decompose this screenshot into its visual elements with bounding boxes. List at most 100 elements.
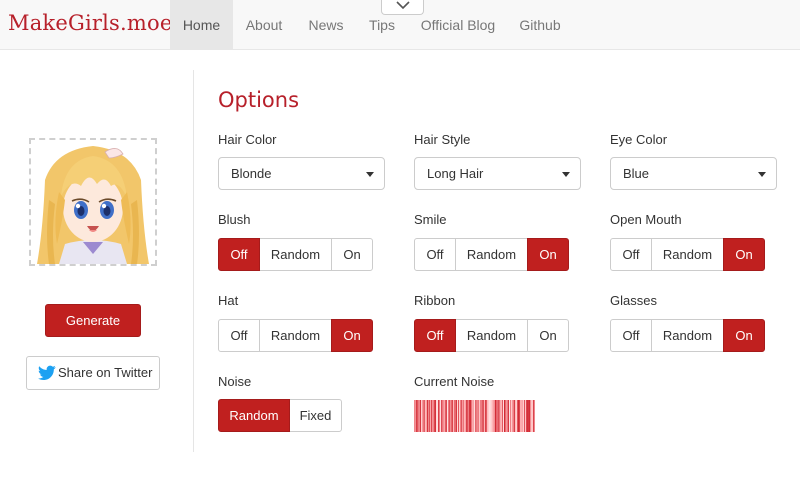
noise-stripe: [414, 400, 415, 432]
current-noise-visualization: [414, 400, 535, 432]
noise-stripe: [515, 400, 516, 432]
noise-stripe: [437, 400, 438, 432]
hat-toggle-group: Off Random On: [218, 319, 373, 352]
hat-label: Hat: [218, 293, 239, 308]
noise-stripe: [460, 400, 461, 432]
smile-random-button[interactable]: Random: [455, 238, 528, 271]
noise-stripe: [531, 400, 532, 432]
share-on-twitter-label: Share on Twitter: [58, 365, 153, 380]
generate-button[interactable]: Generate: [45, 304, 141, 337]
smile-on-button[interactable]: On: [527, 238, 569, 271]
noise-stripe: [528, 400, 529, 432]
blush-off-button[interactable]: Off: [218, 238, 260, 271]
noise-stripe: [428, 400, 429, 432]
noise-stripe: [513, 400, 514, 432]
open-mouth-on-button[interactable]: On: [723, 238, 765, 271]
noise-stripe: [495, 400, 496, 432]
noise-stripe: [491, 400, 492, 432]
noise-stripe: [525, 400, 526, 432]
noise-stripe: [441, 400, 442, 432]
ribbon-off-button[interactable]: Off: [414, 319, 456, 352]
twitter-bird-icon: [38, 365, 56, 381]
glasses-toggle-group: Off Random On: [610, 319, 765, 352]
nav-home[interactable]: Home: [170, 0, 233, 50]
noise-stripe: [438, 400, 439, 432]
noise-stripe: [443, 400, 444, 432]
noise-stripe: [468, 400, 469, 432]
noise-stripe: [418, 400, 419, 432]
nav-news[interactable]: News: [302, 0, 350, 50]
noise-stripe: [494, 400, 495, 432]
noise-stripe: [423, 400, 424, 432]
noise-stripe: [493, 400, 494, 432]
noise-stripe: [465, 400, 466, 432]
noise-random-button[interactable]: Random: [218, 399, 290, 432]
noise-stripe: [478, 400, 479, 432]
noise-fixed-button[interactable]: Fixed: [289, 399, 342, 432]
open-mouth-off-button[interactable]: Off: [610, 238, 652, 271]
noise-stripe: [427, 400, 428, 432]
glasses-label: Glasses: [610, 293, 657, 308]
noise-stripe: [458, 400, 459, 432]
noise-stripe: [489, 400, 490, 432]
noise-stripe: [512, 400, 513, 432]
noise-stripe: [470, 400, 471, 432]
ribbon-on-button[interactable]: On: [527, 319, 569, 352]
nav-official-blog[interactable]: Official Blog: [418, 0, 498, 50]
navbar: MakeGirls.moe Home About News Tips Offic…: [0, 0, 800, 50]
noise-toggle-group: Random Fixed: [218, 399, 342, 432]
blush-on-button[interactable]: On: [331, 238, 373, 271]
hat-on-button[interactable]: On: [331, 319, 373, 352]
noise-stripe: [532, 400, 533, 432]
noise-stripe: [417, 400, 418, 432]
blush-random-button[interactable]: Random: [259, 238, 332, 271]
noise-stripe: [486, 400, 487, 432]
glasses-on-button[interactable]: On: [723, 319, 765, 352]
noise-stripe: [451, 400, 452, 432]
glasses-off-button[interactable]: Off: [610, 319, 652, 352]
hair-style-select[interactable]: Long Hair: [414, 157, 581, 190]
noise-stripe: [449, 400, 450, 432]
noise-stripe: [440, 400, 441, 432]
noise-stripe: [429, 400, 430, 432]
noise-stripe: [474, 400, 475, 432]
nav-about[interactable]: About: [238, 0, 290, 50]
hat-random-button[interactable]: Random: [259, 319, 332, 352]
open-mouth-random-button[interactable]: Random: [651, 238, 724, 271]
hair-color-select[interactable]: Blonde: [218, 157, 385, 190]
brand-logo[interactable]: MakeGirls.moe: [8, 11, 172, 35]
noise-stripe: [430, 400, 431, 432]
smile-off-button[interactable]: Off: [414, 238, 456, 271]
noise-stripe: [455, 400, 456, 432]
chevron-down-icon: [396, 1, 410, 10]
noise-stripe: [514, 400, 515, 432]
noise-stripe: [426, 400, 427, 432]
glasses-random-button[interactable]: Random: [651, 319, 724, 352]
noise-stripe: [479, 400, 480, 432]
ribbon-toggle-group: Off Random On: [414, 319, 569, 352]
nav-github[interactable]: Github: [514, 0, 566, 50]
noise-stripe: [419, 400, 420, 432]
ribbon-random-button[interactable]: Random: [455, 319, 528, 352]
noise-stripe: [519, 400, 520, 432]
caret-down-icon: [366, 172, 374, 177]
noise-stripe: [518, 400, 519, 432]
noise-stripe: [439, 400, 440, 432]
noise-stripe: [454, 400, 455, 432]
noise-stripe: [499, 400, 500, 432]
caret-down-icon: [758, 172, 766, 177]
eye-color-select[interactable]: Blue: [610, 157, 777, 190]
eye-color-label: Eye Color: [610, 132, 668, 147]
noise-stripe: [482, 400, 483, 432]
noise-stripe: [509, 400, 510, 432]
noise-stripe: [444, 400, 445, 432]
noise-stripe: [485, 400, 486, 432]
noise-stripe: [420, 400, 421, 432]
noise-stripe: [462, 400, 463, 432]
nav-toggle-button[interactable]: [381, 0, 424, 15]
anime-girl-image: [31, 140, 155, 264]
noise-stripe: [447, 400, 448, 432]
share-on-twitter-button[interactable]: Share on Twitter: [26, 356, 160, 390]
noise-stripe: [502, 400, 503, 432]
hat-off-button[interactable]: Off: [218, 319, 260, 352]
